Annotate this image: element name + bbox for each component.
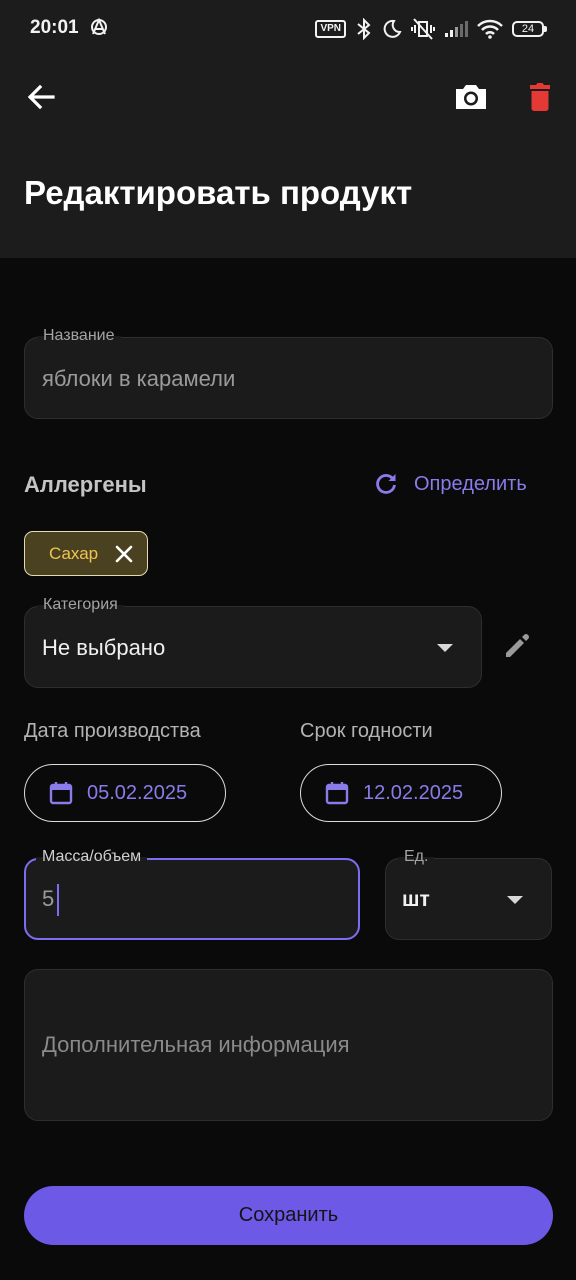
category-select[interactable]: Категория Не выбрано <box>24 596 482 688</box>
bluetooth-icon <box>355 18 373 40</box>
allergens-title: Аллергены <box>24 472 147 497</box>
allergen-chip-label: Сахар <box>49 544 99 563</box>
status-time: 20:01 <box>30 17 79 38</box>
name-field-value[interactable]: яблоки в карамели <box>42 366 235 392</box>
production-date-value: 05.02.2025 <box>87 781 188 804</box>
signal-icon <box>444 20 468 38</box>
camera-button[interactable] <box>449 75 493 119</box>
do-not-disturb-icon <box>382 19 402 39</box>
text-cursor <box>57 884 59 916</box>
wifi-icon <box>477 19 503 39</box>
additional-info-field[interactable]: Дополнительная информация <box>24 969 553 1121</box>
expiry-date-value: 12.02.2025 <box>363 781 464 804</box>
category-value: Не выбрано <box>42 635 166 660</box>
trash-icon <box>530 83 550 111</box>
name-field-label: Название <box>37 327 121 345</box>
name-field[interactable]: Название яблоки в карамели <box>24 327 553 419</box>
unit-value: шт <box>402 888 430 911</box>
battery-icon: 24 <box>512 21 547 37</box>
app-bar: 20:01 VPN 24 Редактировать продукт <box>0 0 576 258</box>
production-date-button[interactable]: 05.02.2025 <box>24 764 226 822</box>
detect-allergens-button[interactable]: Определить <box>372 468 527 500</box>
production-date-label: Дата производства <box>24 720 201 742</box>
notification-icon <box>89 17 109 42</box>
dropdown-arrow-icon <box>507 896 523 904</box>
back-arrow-icon <box>27 84 55 110</box>
close-icon <box>115 545 133 563</box>
save-button[interactable]: Сохранить <box>24 1186 553 1245</box>
mass-field-label: Масса/объем <box>36 848 148 866</box>
expiry-date-button[interactable]: 12.02.2025 <box>300 764 502 822</box>
edit-category-button[interactable] <box>501 630 533 662</box>
back-button[interactable] <box>19 75 63 119</box>
vibrate-off-icon <box>411 18 435 40</box>
mass-field[interactable]: Масса/объем 5 <box>24 848 360 940</box>
additional-info-placeholder: Дополнительная информация <box>42 1032 350 1057</box>
delete-button[interactable] <box>518 75 562 119</box>
page-title: Редактировать продукт <box>24 174 413 211</box>
expiry-date-label: Срок годности <box>300 720 433 742</box>
vpn-icon: VPN <box>315 20 346 38</box>
unit-label: Ед. <box>398 848 435 866</box>
status-icons: VPN 24 <box>315 16 547 42</box>
unit-select[interactable]: Ед. шт <box>385 848 552 940</box>
status-bar: 20:01 VPN 24 <box>0 0 576 58</box>
remove-allergen-button[interactable] <box>112 542 136 566</box>
mass-field-value[interactable]: 5 <box>42 886 54 912</box>
refresh-icon <box>376 474 396 494</box>
pencil-icon <box>506 634 529 657</box>
detect-allergens-label: Определить <box>414 472 527 495</box>
camera-icon <box>456 85 486 109</box>
category-label: Категория <box>37 596 124 614</box>
dropdown-arrow-icon <box>437 644 453 652</box>
calendar-icon <box>49 782 73 805</box>
calendar-icon <box>325 782 349 805</box>
allergen-chip[interactable]: Сахар <box>24 531 148 576</box>
